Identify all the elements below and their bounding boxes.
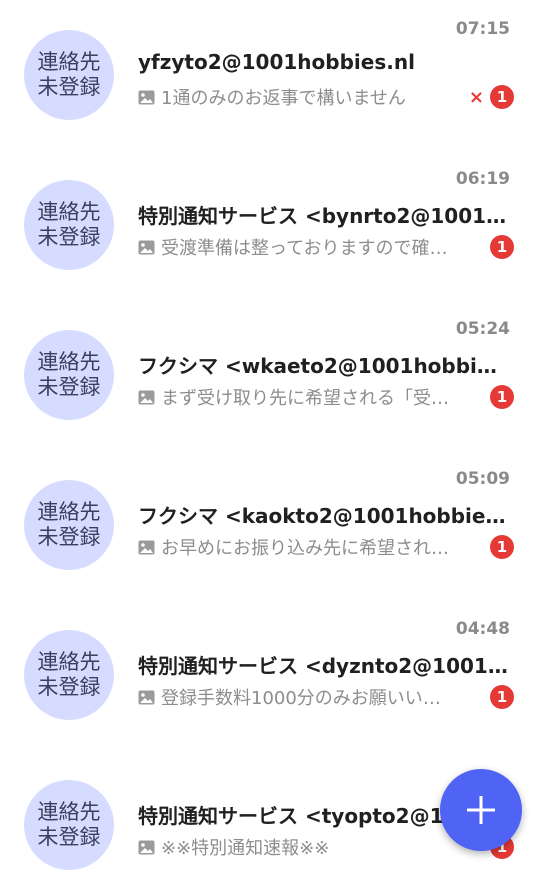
image-icon [138, 240, 155, 254]
message-row[interactable]: 連絡先 未登録 05:24 フクシマ <wkaeto2@1001hobbies.nl>… [0, 300, 540, 450]
message-status: 1 [490, 235, 514, 259]
avatar-text: 連絡先 [37, 200, 101, 224]
message-sender: yfzyto2@1001hobbies.nl [138, 50, 415, 74]
message-sender: 特別通知サービス <dyznto2@1001hobbies.nl> [138, 654, 510, 678]
message-time: 07:15 [455, 19, 510, 39]
preview-text: 受渡準備は整っておりますので確認をお願いします [161, 238, 458, 259]
avatar[interactable]: 連絡先 未登録 [24, 30, 114, 120]
message-row[interactable]: 連絡先未登録 04:48 特別通知サービス <dyznto2@1001hobbies… [0, 600, 540, 750]
preview-text: ※※特別通知速報※※ [161, 838, 330, 859]
unread-badge: 1 [490, 535, 514, 559]
unread-badge: 1 [490, 385, 514, 409]
new-message-fab[interactable] [440, 769, 522, 851]
message-preview: 受渡準備は整っておりますので確認をお願いします [138, 234, 458, 260]
avatar-text: 連絡先 [37, 800, 101, 824]
message-time: 06:19 [455, 169, 510, 189]
message-sender: 特別通知サービス <bynrto2@1001hobbies.nl> [138, 204, 510, 228]
message-sender: フクシマ <kaokto2@1001hobbies.nl> [138, 504, 510, 528]
message-preview: 登録手数料1000分のみお願いいたします [138, 684, 458, 710]
avatar-text: 未登録 [37, 75, 101, 99]
avatar-text: 未登録 [37, 825, 101, 849]
image-icon [138, 690, 155, 704]
unread-badge: 1 [490, 235, 514, 259]
message-time: 05:09 [455, 469, 510, 489]
preview-text: 1通のみのお返事で構いません [161, 88, 406, 109]
avatar[interactable]: 連絡先 未登録 [24, 480, 114, 570]
avatar-text: 連絡先 [37, 350, 101, 374]
message-preview: お早めにお振り込み先に希望される方 [138, 534, 458, 560]
image-icon [138, 540, 155, 554]
message-status: 1 [490, 535, 514, 559]
message-row[interactable]: 連絡先 未登録 07:15 yfzyto2@1001hobbies.nl 1通のみのお返… [0, 0, 540, 150]
image-icon [138, 390, 155, 404]
close-icon: × [468, 86, 484, 108]
image-icon [138, 90, 155, 104]
message-row[interactable]: 連絡先未登録 06:19 特別通知サービス <bynrto2@1001hobbies… [0, 150, 540, 300]
message-row[interactable]: 連絡先 未登録 05:09 フクシマ <kaokto2@1001hobbies.nl>… [0, 450, 540, 600]
avatar-text: 未登録 [37, 675, 101, 699]
avatar-text: 連絡先 [37, 650, 101, 674]
message-preview: ※※特別通知速報※※ [138, 834, 458, 860]
message-time: 04:48 [455, 619, 510, 639]
unread-badge: 1 [490, 685, 514, 709]
avatar[interactable]: 連絡先 未登録 [24, 180, 114, 270]
plus-icon [467, 796, 495, 824]
message-list: 連絡先 未登録 07:15 yfzyto2@1001hobbies.nl 1通のみのお返… [0, 0, 540, 884]
message-preview: 1通のみのお返事で構いません [138, 84, 458, 110]
unread-badge: 1 [490, 85, 514, 109]
message-time: 05:24 [455, 319, 510, 339]
avatar[interactable]: 連絡先 未登録 [24, 330, 114, 420]
avatar[interactable]: 連絡先 未登録 [24, 630, 114, 720]
avatar-text: 未登録 [37, 375, 101, 399]
avatar[interactable]: 連絡先 未登録 [24, 780, 114, 870]
avatar-text: 連絡先 [37, 50, 101, 74]
message-status: 1 [490, 685, 514, 709]
message-status: × 1 [469, 85, 514, 109]
message-preview: まず受け取り先に希望される「受取方法」 [138, 384, 458, 410]
preview-text: 登録手数料1000分のみお願いいたします [161, 688, 458, 709]
avatar-text: 未登録 [37, 225, 101, 249]
message-sender: フクシマ <wkaeto2@1001hobbies.nl> [138, 354, 510, 378]
image-icon [138, 840, 155, 854]
preview-text: まず受け取り先に希望される「受取方法」 [161, 388, 458, 409]
avatar-text: 未登録 [37, 525, 101, 549]
message-status: 1 [490, 385, 514, 409]
preview-text: お早めにお振り込み先に希望される方 [161, 538, 458, 559]
avatar-text: 連絡先 [37, 500, 101, 524]
